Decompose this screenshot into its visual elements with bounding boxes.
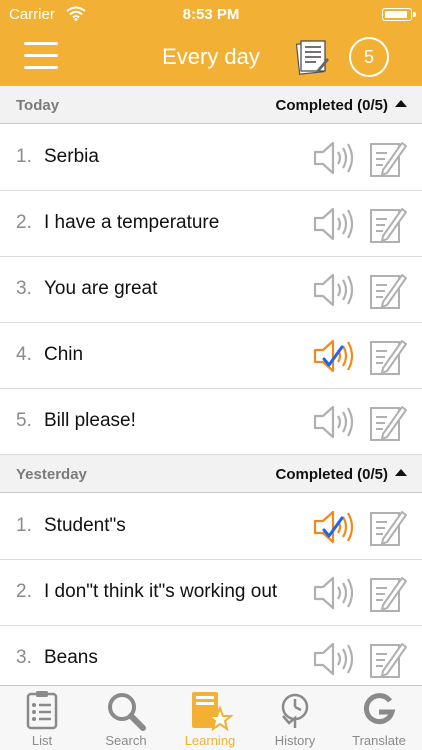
caret-up-icon[interactable] [395,469,407,476]
edit-note-icon[interactable] [369,204,407,249]
status-time: 8:53 PM [182,6,240,23]
notes-icon[interactable] [295,38,330,81]
list-item[interactable]: 2. I have a temperature [0,191,422,257]
item-text: I don"t think it"s working out [44,581,278,602]
list-item[interactable]: 3. You are great [0,257,422,323]
item-text: Bill please! [44,410,136,431]
list-item[interactable]: 3. Beans [0,626,422,692]
tab-label: Search [105,733,147,748]
tab-translate[interactable]: Translate [337,686,421,750]
list-item[interactable]: 1. Serbia [0,125,422,191]
list-item[interactable]: 2. I don"t think it"s working out [0,560,422,626]
tab-history[interactable]: History [253,686,337,750]
item-number: 2. [16,581,32,602]
speaker-checked-icon[interactable] [312,337,358,380]
history-clock-icon [273,690,317,737]
edit-note-icon[interactable] [369,336,407,381]
section-label: Today [16,97,60,114]
item-number: 5. [16,410,32,431]
caret-up-icon[interactable] [395,100,407,107]
item-number: 2. [16,212,32,233]
tab-label: List [31,733,53,748]
edit-note-icon[interactable] [369,402,407,447]
item-number: 1. [16,515,32,536]
speaker-checked-icon[interactable] [312,508,358,551]
speaker-icon[interactable] [312,640,358,683]
edit-note-icon[interactable] [369,270,407,315]
section-header-yesterday[interactable]: Yesterday Completed (0/5) [0,455,422,493]
section-header-today[interactable]: Today Completed (0/5) [0,86,422,124]
speaker-icon[interactable] [312,139,358,182]
status-bar: Carrier 8:53 PM [0,0,422,30]
count-badge[interactable]: 5 [349,37,389,77]
item-text: Beans [44,647,98,668]
speaker-icon[interactable] [312,574,358,617]
app-header: Carrier 8:53 PM Every day 5 [0,0,422,86]
tab-label: Learning [184,733,236,748]
section-status: Completed (0/5) [275,97,388,114]
tab-list[interactable]: List [0,686,84,750]
item-text: You are great [44,278,158,299]
tab-label: Translate [352,733,406,748]
item-number: 4. [16,344,32,365]
magnifier-icon [104,690,148,737]
list-item[interactable]: 5. Bill please! [0,389,422,455]
edit-note-icon[interactable] [369,639,407,684]
speaker-icon[interactable] [312,403,358,446]
clipboard-list-icon [20,690,64,735]
tab-learning[interactable]: Learning [168,686,252,750]
speaker-icon[interactable] [312,205,358,248]
tab-search[interactable]: Search [84,686,168,750]
book-star-icon [188,690,234,737]
google-g-icon [357,690,401,737]
edit-note-icon[interactable] [369,573,407,618]
section-status: Completed (0/5) [275,466,388,483]
item-text: Chin [44,344,84,365]
section-label: Yesterday [16,466,87,483]
item-number: 3. [16,278,32,299]
item-text: I have a temperature [44,212,220,233]
tab-bar: List Search Learning History Translate [0,685,422,750]
item-number: 1. [16,146,32,167]
edit-note-icon[interactable] [369,507,407,552]
battery-icon [382,8,416,21]
speaker-icon[interactable] [312,271,358,314]
edit-note-icon[interactable] [369,138,407,183]
list-item[interactable]: 4. Chin [0,323,422,389]
item-text: Serbia [44,146,99,167]
list-item[interactable]: 1. Student"s [0,494,422,560]
item-text: Student"s [44,515,126,536]
item-number: 3. [16,647,32,668]
tab-label: History [274,733,316,748]
